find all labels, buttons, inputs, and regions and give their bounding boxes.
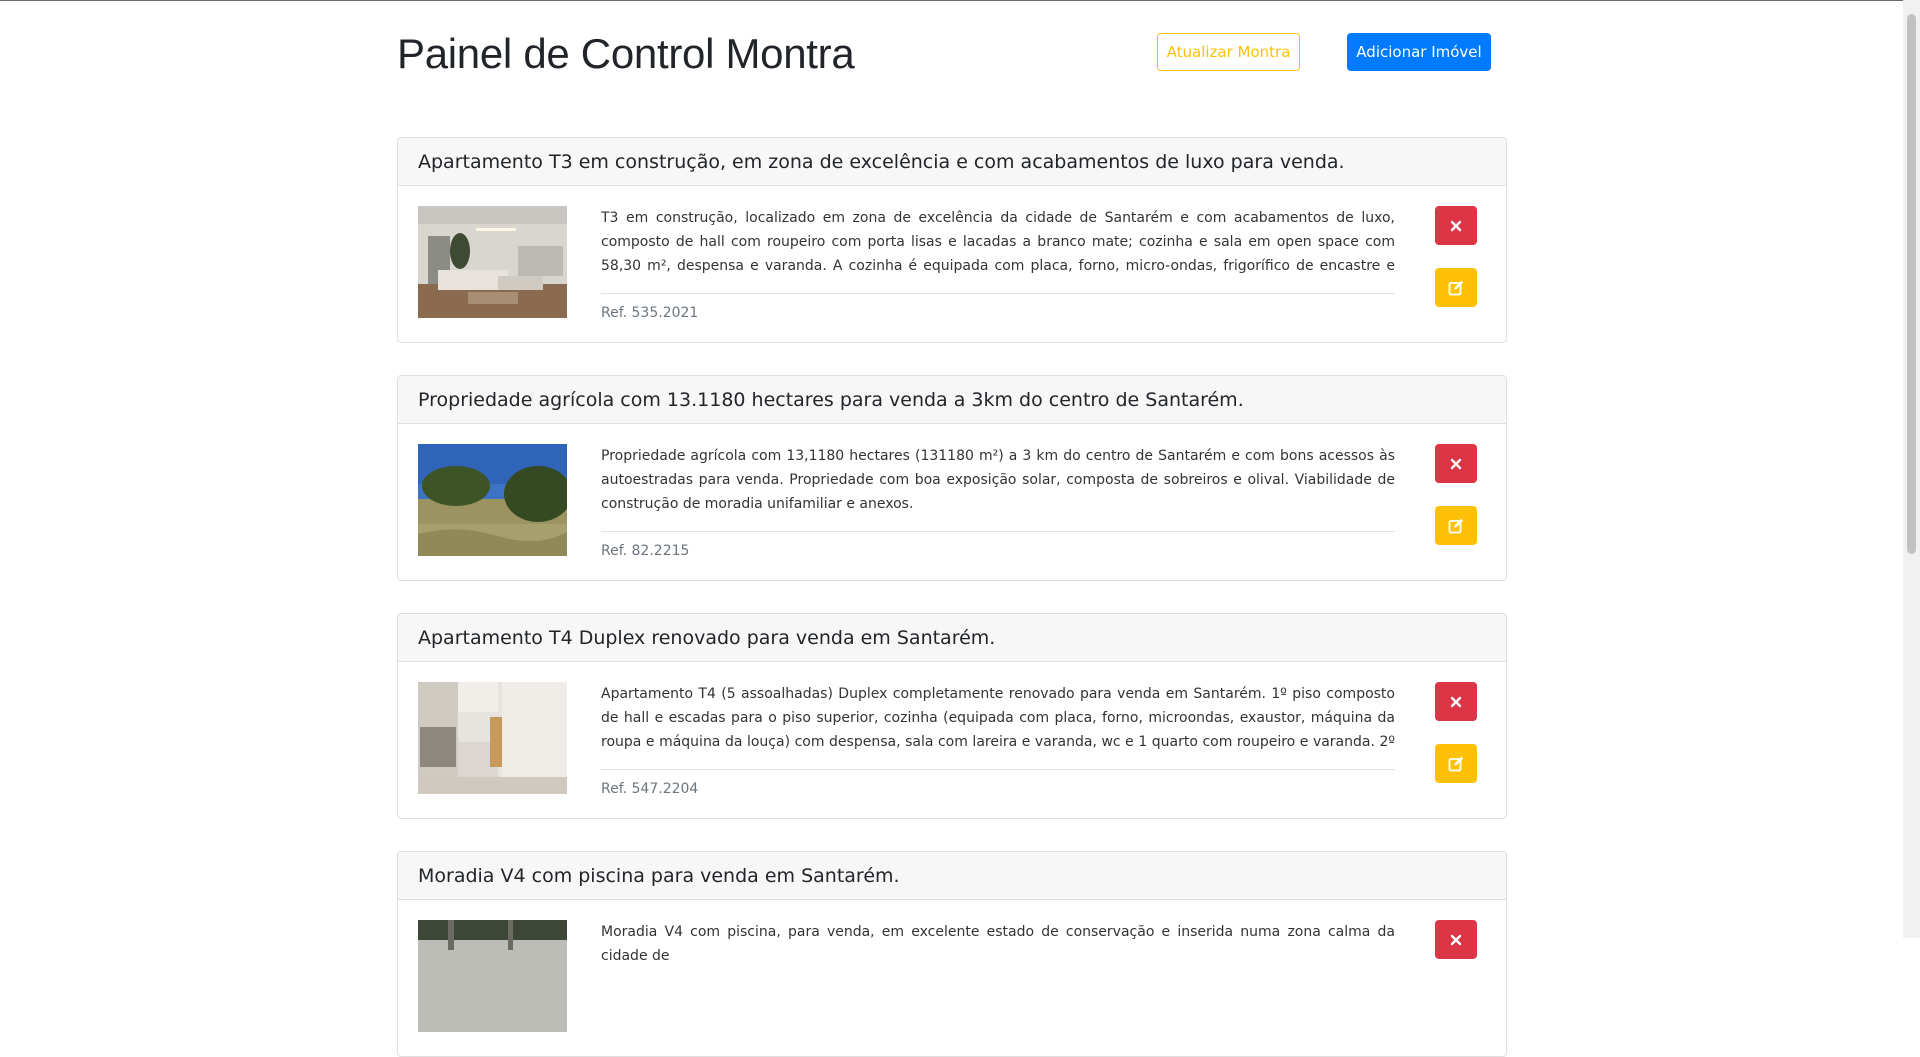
- delete-listing-button[interactable]: [1435, 920, 1477, 959]
- listing-title: Apartamento T3 em construção, em zona de…: [398, 138, 1506, 186]
- listing-card: Propriedade agrícola com 13.1180 hectare…: [397, 375, 1507, 581]
- delete-listing-button[interactable]: [1435, 682, 1477, 721]
- vertical-scrollbar[interactable]: [1903, 0, 1920, 938]
- edit-listing-button[interactable]: [1435, 744, 1477, 783]
- listing-title: Apartamento T4 Duplex renovado para vend…: [398, 614, 1506, 662]
- listing-description: Propriedade agrícola com 13,1180 hectare…: [601, 448, 1395, 512]
- listing-photo-house: [418, 920, 567, 1032]
- listing-card: Apartamento T4 Duplex renovado para vend…: [397, 613, 1507, 819]
- listing-description: Apartamento T4 (5 assoalhadas) Duplex co…: [601, 686, 1395, 750]
- scrollbar-thumb[interactable]: [1907, 14, 1916, 554]
- listing-card: Moradia V4 com piscina para venda em San…: [397, 851, 1507, 1057]
- listing-photo-living-room: [418, 206, 567, 318]
- window-top-border: [0, 0, 1920, 1]
- edit-icon: [1448, 280, 1464, 295]
- listing-divider: [601, 769, 1395, 770]
- listing-photo-kitchen: [418, 682, 567, 794]
- add-property-button[interactable]: Adicionar Imóvel: [1347, 33, 1491, 71]
- times-icon: [1450, 458, 1462, 469]
- times-icon: [1450, 220, 1462, 231]
- edit-listing-button[interactable]: [1435, 506, 1477, 545]
- times-icon: [1450, 696, 1462, 707]
- listing-divider: [601, 531, 1395, 532]
- listing-description: Moradia V4 com piscina, para venda, em e…: [601, 924, 1395, 964]
- delete-listing-button[interactable]: [1435, 444, 1477, 483]
- listing-reference: Ref. 535.2021: [601, 305, 699, 321]
- listing-title: Moradia V4 com piscina para venda em San…: [398, 852, 1506, 900]
- edit-icon: [1448, 756, 1464, 771]
- listing-card: Apartamento T3 em construção, em zona de…: [397, 137, 1507, 343]
- listing-reference: Ref. 82.2215: [601, 543, 690, 559]
- refresh-showcase-button[interactable]: Atualizar Montra: [1157, 33, 1300, 71]
- edit-icon: [1448, 518, 1464, 533]
- listing-reference: Ref. 547.2204: [601, 781, 699, 797]
- page-title: Painel de Control Montra: [397, 30, 855, 77]
- listing-description: T3 em construção, localizado em zona de …: [601, 210, 1395, 274]
- listing-divider: [601, 293, 1395, 294]
- listing-photo-field: [418, 444, 567, 556]
- delete-listing-button[interactable]: [1435, 206, 1477, 245]
- listing-title: Propriedade agrícola com 13.1180 hectare…: [398, 376, 1506, 424]
- edit-listing-button[interactable]: [1435, 268, 1477, 307]
- times-icon: [1450, 934, 1462, 945]
